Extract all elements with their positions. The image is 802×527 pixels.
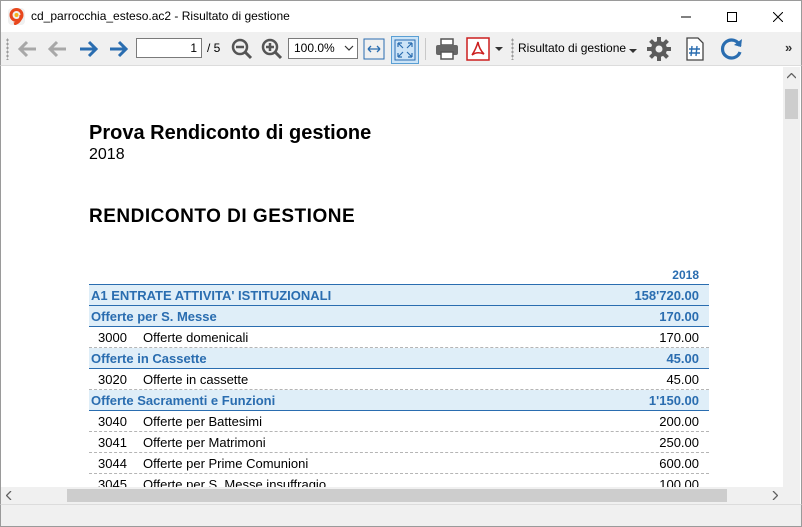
fit-page-icon (394, 39, 416, 61)
group-row: Offerte in Cassette 45.00 (89, 348, 709, 369)
group-amount: 45.00 (666, 351, 699, 366)
export-menu-dropdown[interactable] (493, 35, 505, 63)
gear-icon (647, 37, 671, 61)
title-bar: cd_parrocchia_esteso.ac2 - Risultato di … (0, 0, 802, 32)
account-amount: 600.00 (659, 456, 699, 471)
toolbar-grip[interactable] (6, 38, 9, 60)
print-button[interactable] (432, 35, 462, 63)
zoom-in-button[interactable] (259, 35, 285, 63)
page-numbering-button[interactable] (682, 35, 708, 63)
arrow-left-icon (47, 40, 66, 58)
column-header: 2018 (89, 265, 709, 285)
export-pdf-button[interactable] (464, 35, 492, 63)
table-row: 3044 Offerte per Prime Comunioni 600.00 (89, 453, 709, 474)
last-page-button[interactable] (106, 35, 132, 63)
account-amount: 170.00 (659, 330, 699, 345)
column-header-year: 2018 (672, 268, 699, 282)
refresh-icon (720, 38, 742, 60)
window-title: cd_parrocchia_esteso.ac2 - Risultato di … (31, 9, 290, 23)
group-row: Offerte Sacramenti e Funzioni 1'150.00 (89, 390, 709, 411)
refresh-button[interactable] (717, 35, 747, 63)
page-total-label: / 5 (207, 41, 221, 55)
maximize-button[interactable] (709, 1, 755, 32)
group-row: Offerte per S. Messe 170.00 (89, 306, 709, 327)
minimize-button[interactable] (663, 1, 709, 32)
close-icon (773, 11, 783, 22)
report-viewport: Prova Rendiconto di gestione 2018 RENDIC… (0, 66, 802, 504)
group-amount: 1'150.00 (648, 393, 699, 408)
toolbar-separator (425, 38, 426, 60)
table-row: 3000 Offerte domenicali 170.00 (89, 327, 709, 348)
account-code: 3000 (98, 330, 127, 345)
printer-icon (436, 38, 458, 60)
toolbar: 1 / 5 100.0% Risultato di gestione » (0, 32, 802, 66)
scroll-up-icon[interactable] (786, 71, 797, 81)
next-page-button[interactable] (76, 35, 102, 63)
table-row: 3040 Offerte per Battesimi 200.00 (89, 411, 709, 432)
last-page-icon (110, 40, 129, 58)
section-row: A1 ENTRATE ATTIVITA' ISTITUZIONALI 158'7… (89, 285, 709, 306)
vertical-scroll-thumb[interactable] (785, 89, 798, 119)
fit-width-button[interactable] (361, 35, 387, 63)
settings-button[interactable] (644, 35, 674, 63)
report-select[interactable]: Risultato di gestione (518, 38, 626, 59)
report-table: 2018 A1 ENTRATE ATTIVITA' ISTITUZIONALI … (89, 265, 709, 495)
document-hash-icon (686, 37, 704, 61)
scroll-left-icon[interactable] (5, 490, 12, 502)
account-code: 3040 (98, 414, 127, 429)
account-description: Offerte per Prime Comunioni (143, 456, 309, 471)
section-label: A1 ENTRATE ATTIVITA' ISTITUZIONALI (91, 288, 332, 303)
zoom-out-button[interactable] (229, 35, 255, 63)
account-description: Offerte domenicali (143, 330, 249, 345)
caret-down-icon[interactable] (629, 45, 637, 59)
horizontal-scrollbar[interactable] (1, 487, 800, 504)
fit-page-button[interactable] (391, 36, 419, 64)
horizontal-scroll-thumb[interactable] (67, 489, 727, 502)
vertical-scrollbar[interactable] (783, 67, 800, 487)
arrow-right-icon (80, 40, 99, 58)
app-logo-icon (8, 8, 25, 25)
table-row: 3020 Offerte in cassette 45.00 (89, 369, 709, 390)
toolbar-overflow-button[interactable]: » (785, 40, 792, 55)
minimize-icon (681, 16, 691, 17)
scroll-right-icon[interactable] (772, 490, 779, 502)
page-number-input[interactable]: 1 (136, 38, 202, 58)
maximize-icon (727, 11, 737, 22)
account-description: Offerte in cassette (143, 372, 249, 387)
account-code: 3020 (98, 372, 127, 387)
group-amount: 170.00 (659, 309, 699, 324)
report-heading: RENDICONTO DI GESTIONE (89, 206, 356, 227)
section-amount: 158'720.00 (634, 288, 699, 303)
zoom-in-icon (261, 38, 283, 60)
zoom-out-icon (231, 38, 253, 60)
document-title: Prova Rendiconto di gestione (89, 122, 372, 144)
previous-page-button[interactable] (44, 35, 70, 63)
account-code: 3041 (98, 435, 127, 450)
zoom-value: 100.0% (294, 41, 335, 55)
account-code: 3044 (98, 456, 127, 471)
status-bar (0, 504, 802, 527)
caret-down-icon (495, 47, 503, 51)
zoom-select[interactable]: 100.0% (288, 38, 358, 59)
close-button[interactable] (755, 1, 801, 32)
account-amount: 45.00 (666, 372, 699, 387)
account-amount: 200.00 (659, 414, 699, 429)
first-page-button[interactable] (14, 35, 40, 63)
first-page-icon (17, 40, 36, 58)
account-description: Offerte per Matrimoni (143, 435, 266, 450)
fit-width-icon (363, 38, 385, 60)
account-amount: 250.00 (659, 435, 699, 450)
account-description: Offerte per Battesimi (143, 414, 262, 429)
table-row: 3041 Offerte per Matrimoni 250.00 (89, 432, 709, 453)
chevron-down-icon (344, 39, 354, 64)
group-label: Offerte Sacramenti e Funzioni (91, 393, 276, 408)
group-label: Offerte in Cassette (91, 351, 207, 366)
toolbar-grip[interactable] (511, 38, 514, 60)
group-label: Offerte per S. Messe (91, 309, 217, 324)
document-year: 2018 (89, 146, 125, 163)
pdf-icon (466, 37, 490, 61)
